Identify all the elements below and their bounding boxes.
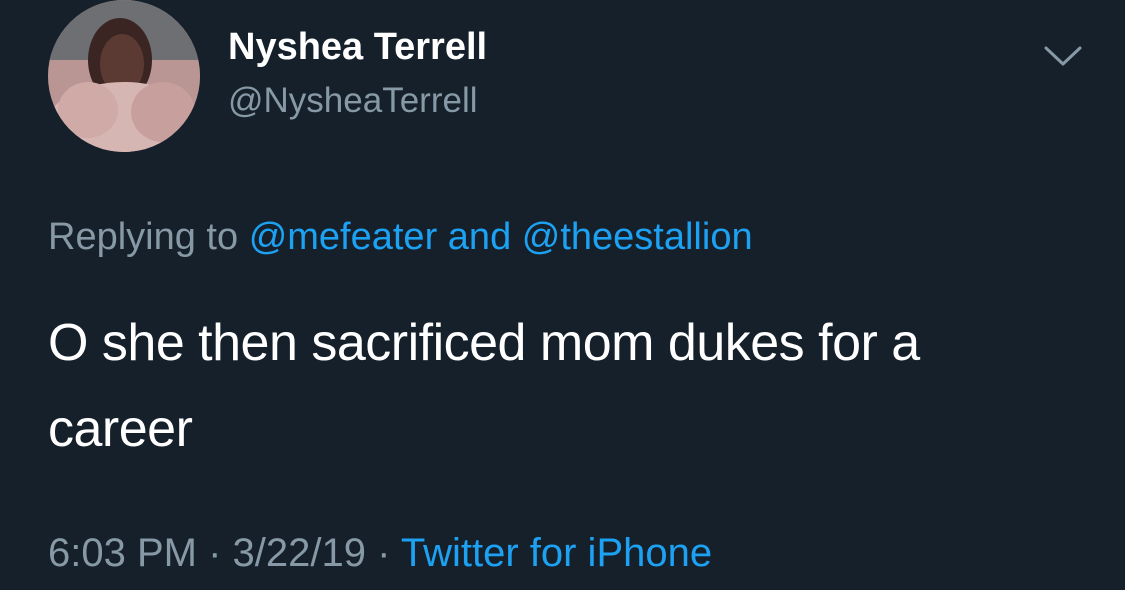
mention-link[interactable]: @mefeater bbox=[249, 216, 438, 258]
separator-dot: · bbox=[208, 531, 222, 575]
replying-to-line: Replying to @mefeater and @theestallion bbox=[48, 214, 753, 260]
tweet-text: O she then sacrificed mom dukes for a ca… bbox=[48, 300, 1098, 472]
tweet-source-link[interactable]: Twitter for iPhone bbox=[401, 531, 712, 575]
tweet-date: 3/22/19 bbox=[232, 531, 367, 575]
tweet-text-line: O she then sacrificed mom dukes for a bbox=[48, 314, 920, 372]
author-display-name[interactable]: Nyshea Terrell bbox=[228, 24, 487, 70]
tweet-metadata: 6:03 PM · 3/22/19 · Twitter for iPhone bbox=[48, 530, 712, 576]
author-avatar[interactable] bbox=[48, 0, 200, 152]
author-block: Nyshea Terrell @NysheaTerrell bbox=[228, 24, 487, 124]
avatar-photo bbox=[48, 0, 200, 152]
mention-link[interactable]: @theestallion bbox=[522, 216, 753, 258]
replying-to-label: Replying to bbox=[48, 216, 239, 258]
author-handle[interactable]: @NysheaTerrell bbox=[228, 78, 487, 124]
chevron-down-icon[interactable] bbox=[1042, 40, 1084, 70]
tweet-time: 6:03 PM bbox=[48, 531, 197, 575]
tweet-text-line: career bbox=[48, 400, 193, 458]
separator-dot: · bbox=[377, 531, 391, 575]
mention-conjunction[interactable]: and bbox=[448, 216, 511, 258]
